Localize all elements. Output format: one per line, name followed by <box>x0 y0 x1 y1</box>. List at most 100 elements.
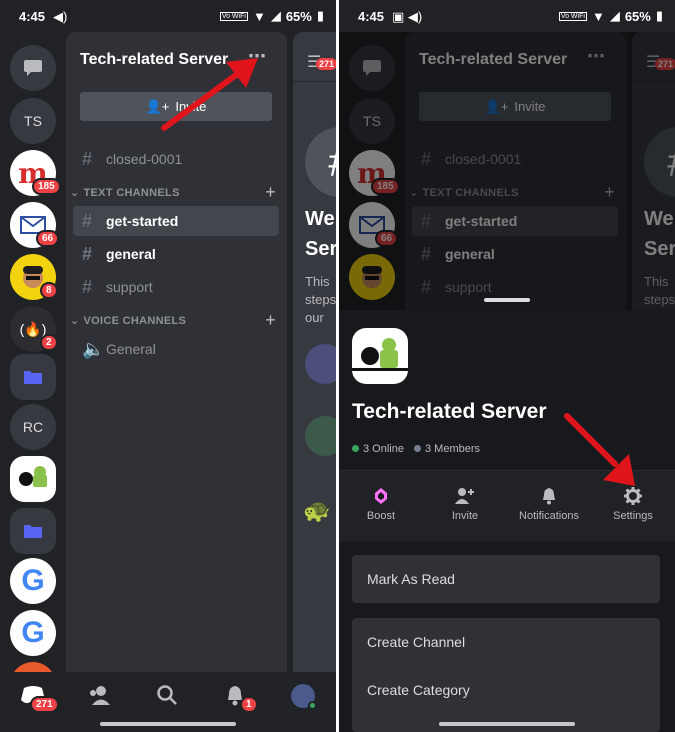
welcome-text-2: steps <box>305 292 336 307</box>
hash-icon: # <box>82 210 93 231</box>
gear-icon <box>624 487 642 505</box>
server-ts[interactable]: TS <box>10 98 56 144</box>
create-card: Create Channel Create Category <box>352 618 660 732</box>
search-icon[interactable] <box>156 684 182 710</box>
status-bar: 4:45 ▣ ◀) Vo WiFi ▼ ◢ 65% ▮ <box>339 0 675 32</box>
peek-circle <box>305 344 336 384</box>
folder-icon <box>24 525 42 538</box>
profile-avatar[interactable] <box>291 684 317 710</box>
signal-icon: ◢ <box>609 8 620 23</box>
server-folder-1[interactable] <box>10 354 56 400</box>
vowifi-icon: Vo WiFi <box>558 11 587 21</box>
peek-header: ☰ 271 <box>293 32 336 82</box>
server-name: Tech-related Server <box>80 51 229 68</box>
add-person-icon <box>455 488 474 504</box>
bell-icon <box>543 488 555 505</box>
server-envelope[interactable]: 66 <box>10 202 60 248</box>
welcome-heading: We <box>305 208 335 230</box>
volume-icon: ◀) <box>53 9 68 24</box>
online-dot-icon <box>352 445 359 452</box>
speaker-icon: 🔈 <box>82 338 105 359</box>
apple-android-icon <box>19 466 47 487</box>
category-text-channels[interactable]: ⌄ TEXT CHANNELS + <box>70 182 280 202</box>
signal-icon: ◢ <box>270 8 281 23</box>
create-category-item[interactable]: Create Category <box>352 666 660 714</box>
channel-closed-0001[interactable]: # closed-0001 <box>73 144 279 174</box>
right-screenshot: 4:45 ▣ ◀) Vo WiFi ▼ ◢ 65% ▮ TS m 185 66 … <box>339 0 675 732</box>
invite-action-button[interactable]: Invite <box>423 482 507 532</box>
server-tech-related[interactable] <box>10 456 56 502</box>
boost-button[interactable]: Boost <box>339 482 423 532</box>
add-channel-icon[interactable]: + <box>265 310 276 331</box>
server-avatar-yellow[interactable]: 8 <box>10 254 58 300</box>
sheet-server-name: Tech-related Server <box>352 400 547 423</box>
chevron-down-icon: ⌄ <box>70 187 80 199</box>
unread-badge: 8 <box>40 282 58 299</box>
vowifi-icon: Vo WiFi <box>219 11 248 21</box>
home-icon[interactable]: 271 <box>20 684 59 713</box>
welcome-text-1: This <box>305 274 330 289</box>
voice-channel-general[interactable]: 🔈 General <box>73 334 279 364</box>
channel-get-started[interactable]: # get-started <box>73 206 279 236</box>
member-count: 3 Members <box>413 443 480 455</box>
hash-icon: # <box>82 276 93 297</box>
settings-button[interactable]: Settings <box>591 482 675 532</box>
create-channel-item[interactable]: Create Channel <box>352 618 660 666</box>
channel-panel: Tech-related Server ⋯ 👤+ Invite # closed… <box>66 32 287 672</box>
image-volume-icons: ▣ ◀) <box>392 9 423 24</box>
server-icon <box>352 328 408 384</box>
direct-messages-button[interactable] <box>10 45 56 91</box>
unread-badge: 66 <box>36 230 60 247</box>
add-person-icon: 👤+ <box>145 98 170 114</box>
server-folder-2[interactable] <box>10 508 56 554</box>
battery-icon: ▮ <box>316 8 324 23</box>
category-voice-channels[interactable]: ⌄ VOICE CHANNELS + <box>70 310 280 330</box>
server-m[interactable]: m 185 <box>10 150 61 196</box>
status-bar: 4:45 ◀) Vo WiFi ▼ ◢ 65% ▮ <box>0 0 336 32</box>
turtle-icon: 🐢 <box>303 498 331 523</box>
mark-as-read-item[interactable]: Mark As Read <box>352 555 660 603</box>
unread-badge: 185 <box>32 178 61 195</box>
online-status-icon <box>308 701 317 710</box>
chat-icon <box>24 60 42 76</box>
server-rail: TS m 185 66 8 (🔥) 2 RC G G <box>0 32 66 732</box>
chat-peek[interactable]: ☰ 271 # We Ser This steps our 🐢 <box>293 32 336 672</box>
locked-hash-icon: # <box>82 148 93 169</box>
home-indicator <box>100 722 236 726</box>
notifications-icon[interactable]: 1 <box>224 684 258 713</box>
welcome-heading-2: Ser <box>305 238 336 260</box>
folder-icon <box>24 371 42 384</box>
more-options-icon[interactable]: ⋯ <box>248 46 267 67</box>
google-icon: G <box>21 616 45 649</box>
add-channel-icon[interactable]: + <box>265 182 276 203</box>
online-count: 3 Online <box>352 443 404 455</box>
invite-button[interactable]: 👤+ Invite <box>80 92 272 121</box>
apple-android-icon <box>352 338 408 371</box>
channel-general[interactable]: # general <box>73 239 279 269</box>
member-dot-icon <box>413 445 421 452</box>
server-rc[interactable]: RC <box>10 404 56 450</box>
mentions-badge: 271 <box>316 58 336 70</box>
chevron-down-icon: ⌄ <box>70 315 80 327</box>
welcome-hash-icon: # <box>305 127 336 197</box>
server-google-1[interactable]: G <box>10 558 56 604</box>
server-options-sheet: Tech-related Server 3 Online 3 Members B… <box>339 310 675 732</box>
wifi-icon: ▼ <box>252 8 266 24</box>
sheet-drag-handle[interactable] <box>484 298 530 302</box>
peek-circle-2 <box>305 416 336 456</box>
battery-icon: ▮ <box>655 8 663 23</box>
mark-read-card: Mark As Read <box>352 555 660 603</box>
server-google-2[interactable]: G <box>10 610 56 656</box>
boost-icon <box>375 488 387 504</box>
notifications-button[interactable]: Notifications <box>507 482 591 532</box>
friends-icon[interactable] <box>87 684 113 710</box>
home-indicator <box>439 722 575 726</box>
channel-support[interactable]: # support <box>73 272 279 302</box>
server-stats: 3 Online 3 Members <box>352 443 480 455</box>
notification-badge: 1 <box>240 696 258 713</box>
google-icon: G <box>21 564 45 597</box>
server-freecodecamp[interactable]: (🔥) 2 <box>10 306 58 352</box>
status-time: 4:45 <box>358 9 385 24</box>
status-time: 4:45 <box>19 9 46 24</box>
unread-badge: 2 <box>40 334 58 351</box>
